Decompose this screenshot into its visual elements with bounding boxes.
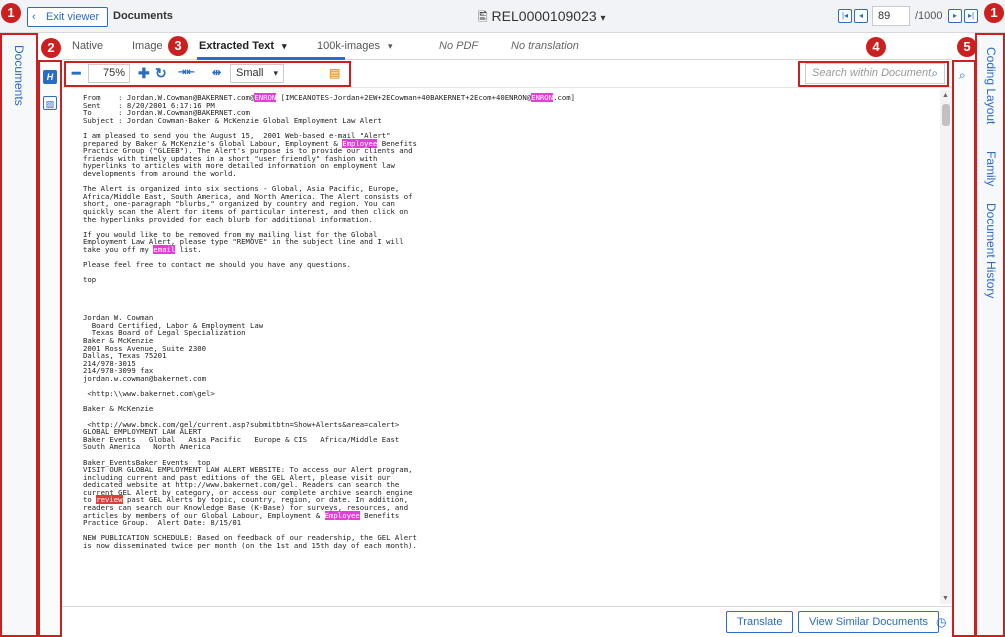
document-line: Baker & McKenzie: [83, 404, 154, 414]
callout-marker-5: 5: [957, 37, 977, 57]
rotate-icon[interactable]: ↻: [155, 66, 167, 80]
document-icon: 🖺: [478, 10, 488, 24]
zoom-level-input[interactable]: 75%: [88, 64, 130, 83]
tab-extracted-text[interactable]: Extracted Text ▾: [199, 40, 287, 52]
document-line: Baker & McKenzie: [83, 336, 154, 345]
document-line: developments from around the world.: [83, 168, 237, 178]
tab-document-history[interactable]: Document History: [984, 203, 998, 298]
document-line: 2001 Ross Avenue, Suite 2300: [83, 343, 207, 353]
right-icon-rail: ⌕: [953, 62, 975, 637]
bottom-bar: Translate View Similar Documents ◷: [62, 606, 952, 637]
document-text-area[interactable]: From : Jordan.W.Cowman@BAKERNET.com@ENRO…: [63, 88, 953, 606]
first-page-button[interactable]: |◂: [838, 9, 852, 23]
documents-tab[interactable]: Documents: [12, 45, 26, 106]
document-line: Employment Law Alert, please type "REMOV…: [83, 237, 404, 247]
tab-100k-images[interactable]: 100k-images ▾: [317, 40, 393, 52]
document-line: Dallas, Texas 75201: [83, 351, 167, 361]
persistent-highlight-icon[interactable]: ▤: [329, 66, 340, 80]
fit-page-icon[interactable]: ⇹: [212, 66, 221, 80]
left-documents-rail: Documents: [0, 33, 37, 637]
document-line: is now disseminated twice per month (on …: [83, 541, 417, 551]
exit-viewer-label: Exit viewer: [46, 11, 100, 23]
callout-marker-1-right: 1: [984, 3, 1004, 23]
page-total: /1000: [915, 10, 943, 22]
tab-100k-images-label: 100k-images: [317, 40, 380, 52]
tab-coding-layout[interactable]: Coding Layout: [984, 47, 998, 124]
document-line: Baker Events Global Asia Pacific Europe …: [83, 434, 400, 444]
extracted-text: From : Jordan.W.Cowman@BAKERNET.com@ENRO…: [83, 93, 933, 551]
highlight-icon[interactable]: H: [43, 70, 57, 84]
document-line: <http://www.bmck.com/gel/current.asp?sub…: [83, 419, 400, 429]
zoom-in-icon[interactable]: ✚: [138, 66, 150, 80]
document-line: take you off my email list.: [83, 244, 202, 254]
callout-marker-1-left: 1: [1, 3, 21, 23]
page-number-input[interactable]: 89: [872, 6, 910, 26]
document-line: Practice Group. Alert Date: 8/15/01: [83, 518, 242, 528]
zoom-out-icon[interactable]: ━: [72, 66, 80, 80]
document-line: jordan.w.cowman@bakernet.com: [83, 373, 207, 383]
translate-button[interactable]: Translate: [726, 611, 794, 633]
callout-marker-3: 3: [168, 36, 188, 56]
search-icon[interactable]: ⌕: [959, 68, 966, 83]
exit-viewer-button[interactable]: ‹ Exit viewer: [27, 7, 109, 27]
tab-native[interactable]: Native: [72, 40, 103, 52]
scroll-down-icon[interactable]: ▼: [942, 595, 949, 602]
document-line: Subject : Jordan Cowman-Baker & McKenzie…: [83, 115, 382, 125]
tab-no-translation[interactable]: No translation: [511, 40, 579, 52]
font-size-select[interactable]: Small ▾: [230, 64, 284, 83]
callout-marker-2: 2: [41, 38, 61, 58]
last-page-button[interactable]: ▸|: [964, 9, 978, 23]
image-icon[interactable]: ▨: [43, 96, 57, 110]
tab-image[interactable]: Image: [132, 40, 163, 52]
tab-no-pdf[interactable]: No PDF: [439, 40, 478, 52]
view-similar-documents-button[interactable]: View Similar Documents: [798, 611, 940, 633]
next-page-button[interactable]: ▸: [948, 9, 962, 23]
right-pane-rail: Coding Layout Family Document History: [975, 33, 1005, 637]
fit-width-icon[interactable]: ⇥⇤: [178, 66, 195, 80]
tab-extracted-text-label: Extracted Text: [199, 40, 274, 52]
search-placeholder: Search within Document: [812, 67, 932, 79]
document-line: 214/978-3015: [83, 358, 136, 368]
callout-marker-4: 4: [866, 37, 886, 57]
chevron-down-icon: ▾: [282, 41, 287, 51]
top-bar: ‹ Exit viewer Documents 🖺 REL0000109023 …: [0, 0, 1005, 33]
document-line: Texas Board of Legal Specialization: [83, 328, 246, 338]
font-size-value: Small: [236, 67, 264, 79]
document-line: the hyperlinks provided for each blurb f…: [83, 214, 373, 224]
chevron-down-icon: ▾: [273, 68, 278, 78]
page-title: Documents: [113, 10, 173, 22]
document-line: <http:\\www.bakernet.com\gel>: [83, 389, 215, 399]
back-arrow-icon: ‹: [32, 11, 36, 23]
clock-icon[interactable]: ◷: [936, 615, 946, 629]
search-input[interactable]: Search within Document ⌕: [805, 63, 945, 84]
scroll-thumb[interactable]: [942, 104, 950, 126]
chevron-down-icon: ▾: [387, 41, 393, 51]
document-scrollbar[interactable]: ▲ ▼: [940, 90, 952, 604]
document-line: top: [83, 275, 97, 285]
search-icon[interactable]: ⌕: [931, 64, 938, 83]
viewer-toolbar: ━ 75% ✚ ↻ ⇥⇤ ⇹ Small ▾ ▤ Search within D…: [62, 60, 952, 88]
chevron-down-icon: ▾: [600, 13, 606, 24]
document-line: South America North America: [83, 442, 211, 452]
viewer-tab-row: Native Image Extracted Text ▾ 100k-images…: [62, 33, 952, 60]
scroll-up-icon[interactable]: ▲: [942, 92, 949, 99]
document-line: 214/978-3099 fax: [83, 366, 154, 376]
document-id-selector[interactable]: 🖺 REL0000109023 ▾: [478, 8, 606, 29]
tab-family[interactable]: Family: [984, 151, 998, 186]
document-line: Please feel free to contact me should yo…: [83, 260, 351, 270]
previous-page-button[interactable]: ◂: [854, 9, 868, 23]
document-id: REL0000109023: [491, 8, 597, 24]
left-icon-rail: H ▨: [39, 62, 62, 637]
